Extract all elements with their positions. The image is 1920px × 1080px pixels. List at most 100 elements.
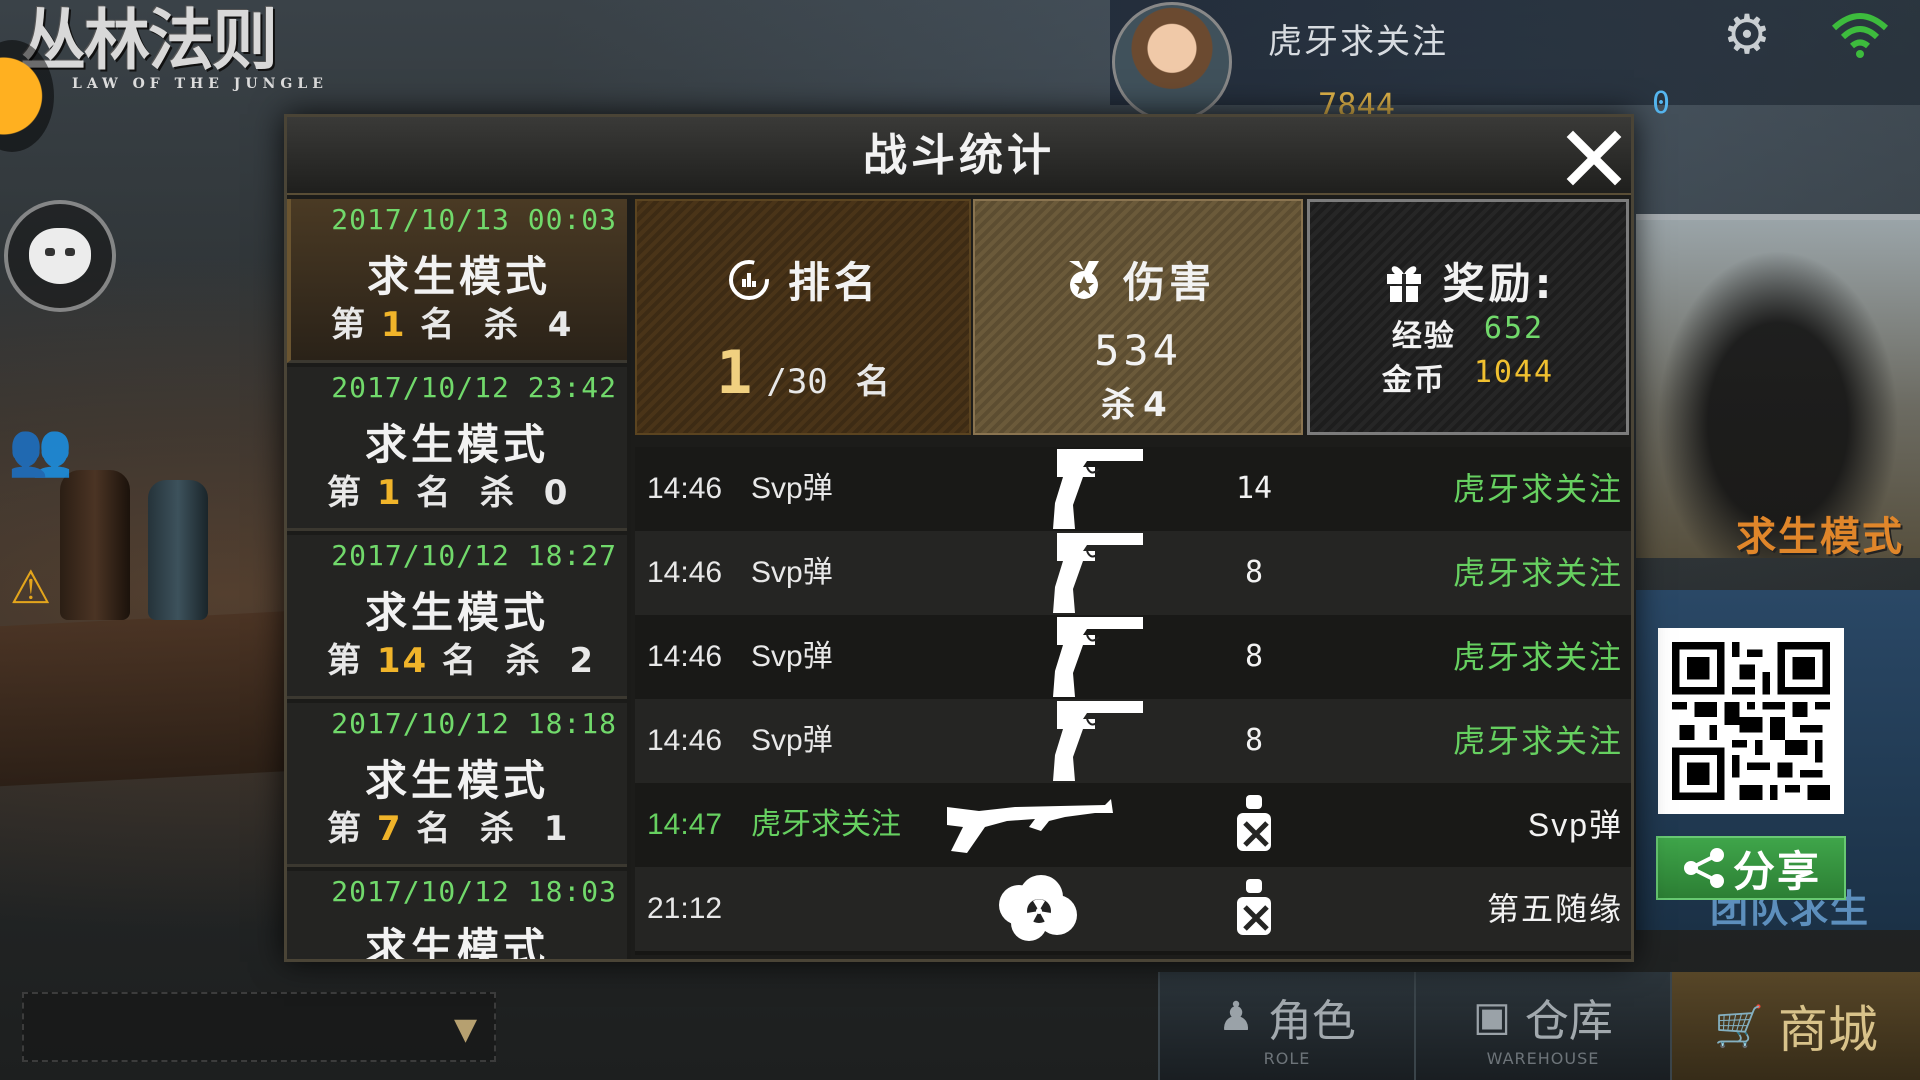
match-history-list[interactable]: 2017/10/13 00:03 求生模式第 1 名 杀 4 2017/10/12 … bbox=[287, 199, 631, 959]
history-rank: 14 bbox=[376, 641, 429, 681]
kills-label: 杀 bbox=[480, 473, 517, 513]
rank-prefix: 第 bbox=[327, 809, 363, 849]
rank-prefix: 第 bbox=[327, 641, 363, 681]
player-bar bbox=[1110, 0, 1920, 105]
rank-icon bbox=[728, 259, 769, 300]
rank-unit: 名 bbox=[855, 362, 890, 402]
chat-button[interactable] bbox=[4, 200, 116, 312]
box-icon: ▣ bbox=[1473, 993, 1511, 1040]
gem-amount: 0 bbox=[1652, 86, 1671, 121]
history-date: 2017/10/12 23:42 bbox=[331, 371, 617, 404]
battle-stats-modal: 战斗统计 2017/10/13 00:03 求生模式第 1 名 杀 4 2017/1… bbox=[284, 114, 1634, 962]
history-item[interactable]: 2017/10/12 18:03 求生模式 bbox=[287, 871, 627, 959]
rank-suffix: 名 bbox=[420, 305, 457, 345]
feed-target: 虎牙求关注 bbox=[1452, 554, 1623, 592]
survival-mode-label: 求生模式 bbox=[1736, 514, 1904, 560]
history-rank: 1 bbox=[380, 305, 407, 345]
history-item[interactable]: 2017/10/12 18:18 求生模式第 7 名 杀 1 bbox=[287, 703, 627, 867]
nav-shop-button[interactable]: 🛒 商城 bbox=[1670, 972, 1920, 1080]
history-mode: 求生模式 bbox=[364, 756, 549, 805]
damage-value: 534 bbox=[1094, 326, 1182, 375]
background-bottle bbox=[60, 470, 130, 620]
qr-code bbox=[1658, 628, 1844, 814]
history-mode: 求生模式 bbox=[364, 588, 549, 637]
rank-label: 排名 bbox=[787, 258, 880, 307]
feed-actor: 虎牙求关注 bbox=[751, 808, 901, 841]
knockout-icon bbox=[1231, 877, 1281, 941]
poison-gas-icon bbox=[995, 875, 1079, 949]
feed-actor: Svp弹 bbox=[751, 556, 833, 589]
wifi-icon bbox=[1830, 10, 1890, 60]
history-item[interactable]: 2017/10/12 18:27 求生模式第 14 名 杀 2 bbox=[287, 535, 627, 699]
history-kills: 4 bbox=[547, 305, 574, 345]
rank-prefix: 第 bbox=[327, 473, 363, 513]
share-label: 分享 bbox=[1732, 846, 1821, 896]
history-kills: 2 bbox=[569, 641, 596, 681]
exp-label: 经验 bbox=[1391, 319, 1456, 354]
rank-total: /30 bbox=[766, 362, 828, 402]
share-icon bbox=[1683, 848, 1724, 888]
nav-role-label: 角色 bbox=[1267, 995, 1356, 1047]
game-logo: 丛林法则 LAW OF THE JUNGLE bbox=[20, 0, 350, 100]
gift-icon bbox=[1386, 265, 1421, 302]
close-icon bbox=[1566, 130, 1622, 186]
damage-kills-label: 杀 bbox=[1101, 385, 1144, 425]
nav-role-button[interactable]: ♟ 角色 ROLE bbox=[1158, 972, 1414, 1080]
feed-time: 14:46 bbox=[647, 640, 723, 673]
feed-time: 14:46 bbox=[647, 556, 723, 589]
nav-warehouse-label: 仓库 bbox=[1524, 995, 1613, 1047]
feed-target: 虎牙求关注 bbox=[1452, 638, 1623, 676]
gear-icon[interactable]: ⚙ bbox=[1718, 6, 1776, 64]
feed-time: 14:47 bbox=[647, 808, 723, 841]
feed-target: 虎牙求关注 bbox=[1452, 722, 1623, 760]
rank-suffix: 名 bbox=[416, 473, 453, 513]
alert-icon[interactable]: ⚠ bbox=[10, 560, 70, 620]
reward-label: 奖励: bbox=[1442, 259, 1556, 308]
kill-feed-row: 14:46 Svp弹 8 虎牙求关注 bbox=[635, 699, 1631, 783]
gold-reward-value: 1044 bbox=[1473, 355, 1555, 390]
kills-label: 杀 bbox=[484, 305, 521, 345]
feed-target: 虎牙求关注 bbox=[1452, 470, 1623, 508]
history-rank: 7 bbox=[376, 809, 403, 849]
rank-value: 1 bbox=[716, 338, 753, 408]
bottom-left-panel[interactable] bbox=[22, 992, 496, 1062]
exp-value: 652 bbox=[1483, 311, 1545, 346]
close-button[interactable] bbox=[1563, 127, 1625, 189]
nav-role-sublabel: ROLE bbox=[1263, 1048, 1311, 1068]
nav-warehouse-sublabel: WAREHOUSE bbox=[1486, 1048, 1600, 1068]
feed-actor: Svp弹 bbox=[751, 724, 833, 757]
nav-warehouse-button[interactable]: ▣ 仓库 WAREHOUSE bbox=[1414, 972, 1670, 1080]
share-button[interactable]: 分享 bbox=[1656, 836, 1846, 900]
logo-subtitle: LAW OF THE JUNGLE bbox=[72, 76, 328, 92]
history-mode: 求生模式 bbox=[364, 420, 549, 469]
pistol-icon bbox=[1047, 447, 1147, 535]
pistol-icon bbox=[1047, 615, 1147, 703]
medal-icon bbox=[1068, 260, 1099, 299]
history-stat: 第 14 名 杀 2 bbox=[327, 633, 595, 682]
player-name: 虎牙求关注 bbox=[1268, 22, 1448, 62]
logo-title: 丛林法则 bbox=[20, 1, 278, 79]
rank-card: 排名 1 /30 名 bbox=[635, 199, 971, 435]
damage-kills-value: 4 bbox=[1143, 385, 1175, 425]
avatar[interactable] bbox=[1112, 2, 1232, 122]
modal-title: 战斗统计 bbox=[863, 130, 1055, 181]
history-kills: 0 bbox=[543, 473, 570, 513]
friends-icon[interactable]: 👥 bbox=[8, 420, 73, 480]
history-mode: 求生模式 bbox=[364, 924, 549, 959]
chevron-down-icon[interactable]: ▼ bbox=[454, 1012, 477, 1047]
history-stat: 第 7 名 杀 1 bbox=[327, 801, 569, 850]
feed-actor: Svp弹 bbox=[751, 472, 833, 505]
damage-card: 伤害 534 杀4 bbox=[973, 199, 1303, 435]
history-item[interactable]: 2017/10/13 00:03 求生模式第 1 名 杀 4 bbox=[287, 199, 627, 363]
feed-actor: Svp弹 bbox=[751, 640, 833, 673]
pistol-icon bbox=[1047, 531, 1147, 619]
pistol-icon bbox=[1047, 699, 1147, 787]
history-stat: 第 1 名 杀 4 bbox=[331, 297, 573, 346]
knockout-icon bbox=[1231, 793, 1281, 857]
history-date: 2017/10/13 00:03 bbox=[331, 203, 617, 236]
kill-feed[interactable]: 14:46 Svp弹 14 虎牙求关注 14:46 Svp弹 8 虎牙求关注 14:46 Svp弹… bbox=[635, 447, 1631, 955]
history-item[interactable]: 2017/10/12 23:42 求生模式第 1 名 杀 0 bbox=[287, 367, 627, 531]
cart-icon: 🛒 bbox=[1714, 1003, 1764, 1050]
history-stat: 第 1 名 杀 0 bbox=[327, 465, 569, 514]
rank-suffix: 名 bbox=[416, 809, 453, 849]
